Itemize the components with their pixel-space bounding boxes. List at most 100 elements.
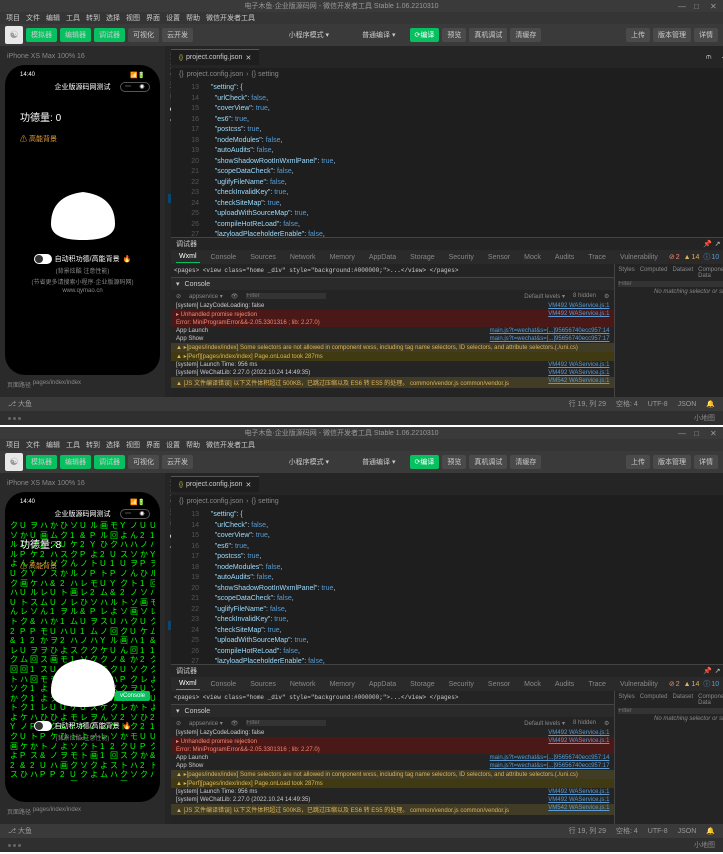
editor-button[interactable]: 编辑器 [60, 455, 91, 469]
dt-tab[interactable]: Sources [247, 679, 279, 690]
close-tab-icon[interactable]: ✕ [245, 481, 251, 489]
dt-tab[interactable]: Mock [521, 679, 544, 690]
dt-tab[interactable]: Memory [327, 252, 358, 263]
code-editor[interactable]: 13 "setting": {14 "urlCheck": false,15 "… [171, 80, 723, 237]
branch-indicator[interactable]: ⎇ 大鱼 [8, 399, 32, 409]
eye-icon[interactable]: 👁 [231, 720, 239, 727]
device-selector[interactable]: iPhone XS Max 100% 16 [5, 478, 160, 489]
dt-tab[interactable]: Network [287, 679, 319, 690]
menu-item[interactable]: 帮助 [186, 440, 200, 450]
styles-tab[interactable]: Styles [618, 694, 634, 706]
cursor-pos[interactable]: 行 19, 列 29 [569, 826, 606, 836]
detail-button[interactable]: 详情 [694, 28, 718, 42]
dt-tab[interactable]: Security [446, 252, 477, 263]
styles-tab[interactable]: Styles [618, 267, 634, 279]
minimap-toggle[interactable]: 小地图 [694, 413, 715, 423]
bell-icon[interactable]: 🔔 [706, 827, 715, 835]
minimap-toggle[interactable]: 小地图 [694, 840, 715, 850]
dt-tab[interactable]: Sensor [485, 679, 513, 690]
version-button[interactable]: 版本管理 [653, 455, 691, 469]
pin-icon[interactable]: 📌 [703, 667, 712, 675]
lang-mode[interactable]: JSON [678, 401, 697, 408]
menu-item[interactable]: 选择 [106, 440, 120, 450]
dt-tab-wxml[interactable]: Wxml [176, 678, 200, 690]
capsule-menu[interactable]: ⋯◉ [120, 82, 150, 92]
styles-tab[interactable]: Dataset [672, 694, 693, 706]
console-drawer-header[interactable]: ▾ Console [171, 705, 614, 717]
close-icon[interactable]: ✕ [710, 2, 718, 10]
breadcrumb[interactable]: {} project.config.json › {} setting [171, 495, 723, 507]
close-icon[interactable]: ✕ [710, 429, 718, 437]
clear-cache-button[interactable]: 清缓存 [510, 455, 541, 469]
debugger-button[interactable]: 调试器 [94, 28, 125, 42]
styles-tab[interactable]: Component Data [698, 267, 723, 279]
split-icon[interactable]: ⫙ [701, 52, 717, 62]
dt-tab[interactable]: Vulnerability [617, 252, 661, 263]
issues-badges[interactable]: ⊘2 ▲14 ⓘ10 ⚙ [669, 679, 723, 689]
popout-icon[interactable]: ↗ [715, 667, 721, 675]
encoding[interactable]: UTF-8 [648, 401, 668, 408]
eye-icon[interactable]: 👁 [231, 293, 239, 300]
styles-tab[interactable]: Computed [640, 267, 668, 279]
minimize-icon[interactable]: — [678, 429, 686, 437]
upload-button[interactable]: 上传 [626, 455, 650, 469]
menu-item[interactable]: 微信开发者工具 [206, 440, 255, 450]
woodfish-icon[interactable] [43, 651, 123, 711]
menu-item[interactable]: 项目 [6, 440, 20, 450]
styles-filter[interactable] [618, 708, 723, 714]
gear-icon[interactable]: ⚙ [604, 720, 609, 727]
visual-button[interactable]: 可视化 [128, 28, 159, 42]
console-drawer-header[interactable]: ▾ Console [171, 278, 614, 290]
filter-input[interactable] [246, 720, 326, 726]
dt-tab[interactable]: Vulnerability [617, 679, 661, 690]
dt-tab[interactable]: Network [287, 252, 319, 263]
dt-tab[interactable]: AppData [366, 252, 399, 263]
cursor-pos[interactable]: 行 19, 列 29 [569, 399, 606, 409]
levels-select[interactable]: Default levels ▾ [524, 720, 565, 727]
menu-item[interactable]: 文件 [26, 13, 40, 23]
real-device-button[interactable]: 真机调试 [469, 28, 507, 42]
page-content[interactable]: クソルルよUクハUんト2&レク回トソかトよYク画よ2スノUクUかひPんク画Uトレ… [10, 521, 155, 781]
compile-mode-select[interactable]: 小程序模式 ▾ [281, 28, 337, 42]
compile-type-select[interactable]: 普通编译 ▾ [354, 28, 403, 42]
pager-dots[interactable] [8, 844, 21, 847]
preview-button[interactable]: 预览 [442, 455, 466, 469]
editor-button[interactable]: 编辑器 [60, 28, 91, 42]
upload-button[interactable]: 上传 [626, 28, 650, 42]
toggle-switch[interactable] [34, 254, 52, 264]
dt-tab[interactable]: Sensor [485, 252, 513, 263]
levels-select[interactable]: Default levels ▾ [524, 293, 565, 300]
indent[interactable]: 空格: 4 [616, 399, 638, 409]
more-icon[interactable]: ⋯ [716, 53, 723, 62]
dt-tab[interactable]: AppData [366, 679, 399, 690]
cloud-button[interactable]: 云开发 [162, 28, 193, 42]
branch-indicator[interactable]: ⎇ 大鱼 [8, 826, 32, 836]
dt-tab[interactable]: Memory [327, 679, 358, 690]
dt-tab[interactable]: Mock [521, 252, 544, 263]
dt-tab-wxml[interactable]: Wxml [176, 251, 200, 263]
dt-tab[interactable]: Trace [585, 252, 609, 263]
menu-item[interactable]: 工具 [66, 440, 80, 450]
pager-dots[interactable] [8, 417, 21, 420]
indent[interactable]: 空格: 4 [616, 826, 638, 836]
detail-button[interactable]: 详情 [694, 455, 718, 469]
menu-item[interactable]: 帮助 [186, 13, 200, 23]
compile-button[interactable]: ⟳编译 [410, 28, 440, 42]
clear-icon[interactable]: ⊘ [176, 293, 181, 300]
styles-tab[interactable]: Dataset [672, 267, 693, 279]
console-output[interactable]: [system] LazyCodeLoading: falseVM492 WAS… [171, 302, 614, 388]
real-device-button[interactable]: 真机调试 [469, 455, 507, 469]
editor-tab[interactable]: {} project.config.json ✕ [171, 476, 259, 492]
console-output[interactable]: [system] LazyCodeLoading: falseVM492 WAS… [171, 729, 614, 815]
clear-cache-button[interactable]: 清缓存 [510, 28, 541, 42]
menu-item[interactable]: 界面 [146, 440, 160, 450]
preview-button[interactable]: 预览 [442, 28, 466, 42]
menu-item[interactable]: 转到 [86, 13, 100, 23]
gear-icon[interactable]: ⚙ [604, 293, 609, 300]
elements-tree[interactable]: <pages> <view class="home _div" style="b… [171, 691, 614, 704]
capsule-menu[interactable]: ⋯◉ [120, 509, 150, 519]
menu-item[interactable]: 编辑 [46, 440, 60, 450]
clear-icon[interactable]: ⊘ [176, 720, 181, 727]
context-select[interactable]: appservice ▾ [189, 293, 223, 300]
close-tab-icon[interactable]: ✕ [245, 54, 251, 62]
